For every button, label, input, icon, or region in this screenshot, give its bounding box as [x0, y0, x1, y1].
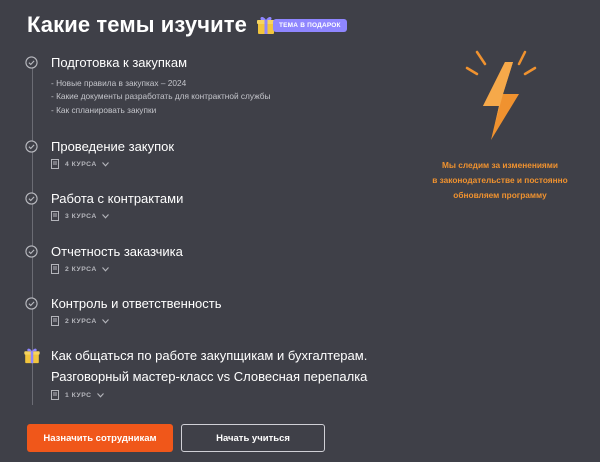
- book-icon: [51, 264, 59, 274]
- chevron-down-icon: [101, 266, 109, 272]
- courses-toggle[interactable]: 1 КУРС: [51, 390, 104, 400]
- header: Какие темы изучите Тема в подарок: [27, 12, 347, 38]
- gift-tag: Тема в подарок: [256, 15, 347, 35]
- check-circle-icon: [25, 192, 38, 205]
- book-icon: [51, 390, 59, 400]
- courses-toggle[interactable]: 2 КУРСА: [51, 316, 109, 326]
- topic-title: Подготовка к закупкам: [51, 55, 188, 70]
- topic-title: Проведение закупок: [51, 139, 175, 154]
- check-circle-icon: [25, 140, 38, 153]
- courses-count: 4 КУРСА: [65, 160, 97, 168]
- topic-subitem: - Новые правила в закупках – 2024: [51, 78, 187, 88]
- promo-line: обновляем программу: [453, 190, 547, 200]
- chevron-down-icon: [101, 161, 109, 167]
- courses-toggle[interactable]: 3 КУРСА: [51, 211, 109, 221]
- chevron-down-icon: [101, 213, 109, 219]
- courses-toggle[interactable]: 2 КУРСА: [51, 264, 109, 274]
- check-circle-icon: [25, 297, 38, 310]
- book-icon: [51, 211, 59, 221]
- start-learning-button[interactable]: Начать учиться: [181, 424, 325, 452]
- check-circle-icon: [25, 56, 38, 69]
- courses-toggle[interactable]: 4 КУРСА: [51, 159, 109, 169]
- courses-count: 2 КУРСА: [65, 317, 97, 325]
- assign-employees-button[interactable]: Назначить сотрудникам: [27, 424, 173, 452]
- book-icon: [51, 159, 59, 169]
- chevron-down-icon: [101, 318, 109, 324]
- topic-title: Контроль и ответственность: [51, 296, 222, 311]
- topic-title: Как общаться по работе закупщикам и бухг…: [51, 348, 368, 363]
- topic-title: Работа с контрактами: [51, 191, 184, 206]
- promo-line: в законодательстве и постоянно: [432, 175, 568, 185]
- topic-subitem: - Какие документы разработать для контра…: [51, 91, 271, 102]
- promo-line: Мы следим за изменениями: [441, 160, 559, 170]
- check-circle-icon: [25, 245, 38, 258]
- courses-count: 3 КУРСА: [65, 212, 97, 220]
- gift-icon: [24, 348, 40, 364]
- topic-subitems: - Новые правила в закупках – 2024 - Каки…: [51, 77, 271, 117]
- topic-title: Отчетность заказчика: [51, 244, 183, 259]
- courses-count: 1 КУРС: [65, 391, 92, 399]
- page-title: Какие темы изучите: [27, 12, 247, 37]
- chevron-down-icon: [96, 392, 104, 398]
- topic-title-line2: Разговорный мастер-класс vs Словесная пе…: [51, 369, 368, 384]
- topic-subitem: - Как спланировать закупки: [51, 104, 157, 115]
- book-icon: [51, 316, 59, 326]
- courses-count: 2 КУРСА: [65, 265, 97, 273]
- promo-text: Мы следим за изменениями в законодательс…: [410, 158, 590, 203]
- gift-badge: Тема в подарок: [272, 18, 347, 32]
- lightning-icon: [465, 50, 537, 140]
